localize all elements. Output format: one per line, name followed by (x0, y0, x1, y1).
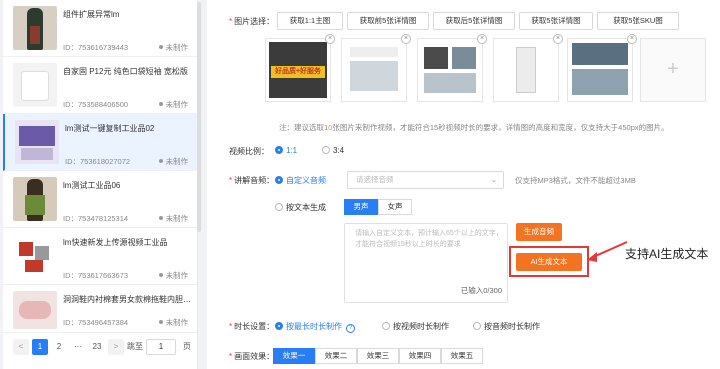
duration-longest-radio[interactable]: 按最长时长制作? (275, 321, 355, 333)
char-count: 已输入0/300 (460, 286, 502, 295)
audio-hint: 仅支持MP3格式，文件不能超过3MB (515, 176, 636, 185)
page-2-button[interactable]: 2 (51, 339, 67, 355)
pagination: < 1 2 ··· 23 > 跳至 1 页 (13, 338, 195, 356)
effect-5-tab[interactable]: 效果五 (441, 348, 483, 364)
remove-image-icon[interactable]: × (553, 34, 563, 44)
help-icon[interactable]: ? (346, 324, 355, 333)
selected-image[interactable]: × (341, 34, 411, 102)
ai-generate-text-button[interactable]: AI生成文本 (516, 253, 582, 271)
status-badge: 未制作 (159, 99, 189, 110)
selected-image[interactable]: × (567, 34, 637, 102)
product-thumbnail (13, 291, 57, 329)
product-thumbnail (13, 234, 57, 278)
product-id: ID：753617663673 (63, 271, 129, 280)
ratio-1-1-radio[interactable]: 1:1 (275, 146, 297, 155)
list-item[interactable]: 自家固 P12元 纯色口袋短袖 宽松版 ID：753588406500 未制作 (3, 57, 198, 114)
effect-1-tab[interactable]: 效果一 (273, 348, 315, 364)
product-id: ID：753588406500 (63, 100, 129, 109)
product-title: lm测试工业品06 (63, 181, 121, 190)
page-suffix: 页 (183, 342, 191, 351)
duration-audio-radio[interactable]: 按音频时长制作 (473, 321, 540, 332)
audio-select[interactable]: 请选择音频 ⌄ (347, 171, 504, 189)
goto-page-input[interactable]: 1 (146, 339, 176, 355)
product-id: ID：753616739443 (63, 43, 129, 52)
arrow-icon (587, 241, 628, 262)
list-item[interactable]: 洞洞鞋内衬棉套男女款棉拖鞋内胆可… ID：753496457384 未制作 (3, 285, 198, 333)
next-page-button[interactable]: > (108, 339, 124, 355)
selected-image[interactable]: × (417, 34, 487, 102)
status-badge: 未制作 (159, 270, 189, 281)
ratio-3-4-radio[interactable]: 3:4 (322, 146, 344, 155)
product-title: lm快速新发上传源视频工业品 (63, 238, 168, 247)
callout-text: 支持AI生成文本 (625, 247, 709, 261)
product-title: 洞洞鞋内衬棉套男女款棉拖鞋内胆可… (63, 295, 191, 304)
list-item[interactable]: 组件扩展异常lm ID：753616739443 未制作 (3, 0, 198, 57)
generate-audio-button[interactable]: 生成音频 (516, 223, 562, 241)
video-form: * 图片选择： 获取1:1主图 获取前5张详情图 获取后5张详情图 获取5张详情图… (207, 0, 720, 369)
product-title: 组件扩展异常lm (63, 10, 120, 19)
list-scrollbar[interactable] (197, 2, 201, 232)
duration-label: * 时长设置： (229, 322, 275, 331)
product-id: ID：753478125314 (63, 214, 129, 223)
remove-image-icon[interactable]: × (325, 34, 335, 44)
effect-3-tab[interactable]: 效果三 (357, 348, 399, 364)
status-badge: 未制作 (159, 156, 189, 167)
female-voice-tab[interactable]: 女声 (378, 199, 412, 215)
effect-4-tab[interactable]: 效果四 (399, 348, 441, 364)
add-image-button[interactable]: + (640, 38, 706, 102)
product-list: 组件扩展异常lm ID：753616739443 未制作 自家固 P12元 纯色… (3, 0, 198, 369)
duration-video-radio[interactable]: 按视频时长制作 (382, 321, 449, 332)
status-badge: 未制作 (159, 317, 189, 328)
page-1-button[interactable]: 1 (32, 339, 48, 355)
image-note: 注：建议选取10张图片来制作视频，才能符合15秒视频时长的要求，详情图的高度和宽… (279, 123, 669, 132)
list-item[interactable]: lm快速新发上传源视频工业品 ID：753617663673 未制作 (3, 228, 198, 285)
selected-image[interactable]: × (493, 34, 563, 102)
product-id: ID：753618027072 (65, 157, 131, 166)
effect-2-tab[interactable]: 效果二 (315, 348, 357, 364)
status-badge: 未制作 (159, 213, 189, 224)
selected-image[interactable]: 好品质+好服务 × (265, 34, 335, 102)
status-badge: 未制作 (159, 42, 189, 53)
product-thumbnail (15, 120, 59, 164)
get-5-sku-button[interactable]: 获取5张SKU图 (597, 12, 679, 30)
chevron-down-icon: ⌄ (490, 175, 497, 184)
product-id: ID：753496457384 (63, 318, 129, 327)
get-first5-detail-button[interactable]: 获取前5张详情图 (347, 12, 429, 30)
page-ellipsis[interactable]: ··· (70, 339, 86, 355)
male-voice-tab[interactable]: 男声 (344, 199, 378, 215)
text-gen-radio[interactable]: 按文本生成 (275, 202, 326, 213)
custom-text-area[interactable]: 请输入自定义文本，预计输入65个以上的文字，才能符合视频15秒以上时长的要求 已… (344, 223, 508, 303)
get-last5-detail-button[interactable]: 获取后5张详情图 (433, 12, 515, 30)
remove-image-icon[interactable]: × (477, 34, 487, 44)
product-title: 自家固 P12元 纯色口袋短袖 宽松版 (63, 67, 188, 76)
custom-audio-radio[interactable]: 自定义音频 (275, 175, 326, 186)
textarea-placeholder: 请输入自定义文本，预计输入65个以上的文字，才能符合视频15秒以上时长的要求 (355, 230, 503, 248)
list-item[interactable]: lm测试工业品06 ID：753478125314 未制作 (3, 171, 198, 228)
product-thumbnail (13, 63, 57, 107)
audio-label: * 讲解音频： (229, 176, 275, 185)
image-selection-label: * 图片选择： (229, 17, 275, 26)
product-thumbnail (13, 6, 57, 50)
page-last-button[interactable]: 23 (89, 339, 105, 355)
banner-text: 好品质+好服务 (271, 66, 325, 78)
get-main-image-button[interactable]: 获取1:1主图 (277, 12, 343, 30)
product-thumbnail (13, 177, 57, 221)
effect-label: * 画面效果： (229, 352, 275, 361)
prev-page-button[interactable]: < (13, 339, 29, 355)
remove-image-icon[interactable]: × (627, 34, 637, 44)
goto-label: 跳至 (127, 342, 143, 351)
remove-image-icon[interactable]: × (401, 34, 411, 44)
product-title: lm测试一键复制工业品02 (65, 124, 155, 133)
plus-icon: + (667, 58, 679, 80)
ratio-label: 视频比例： (229, 147, 269, 156)
list-item-selected[interactable]: lm测试一键复制工业品02 ID：753618027072 未制作 (3, 114, 198, 171)
get-5-detail-button[interactable]: 获取5张详情图 (519, 12, 593, 30)
